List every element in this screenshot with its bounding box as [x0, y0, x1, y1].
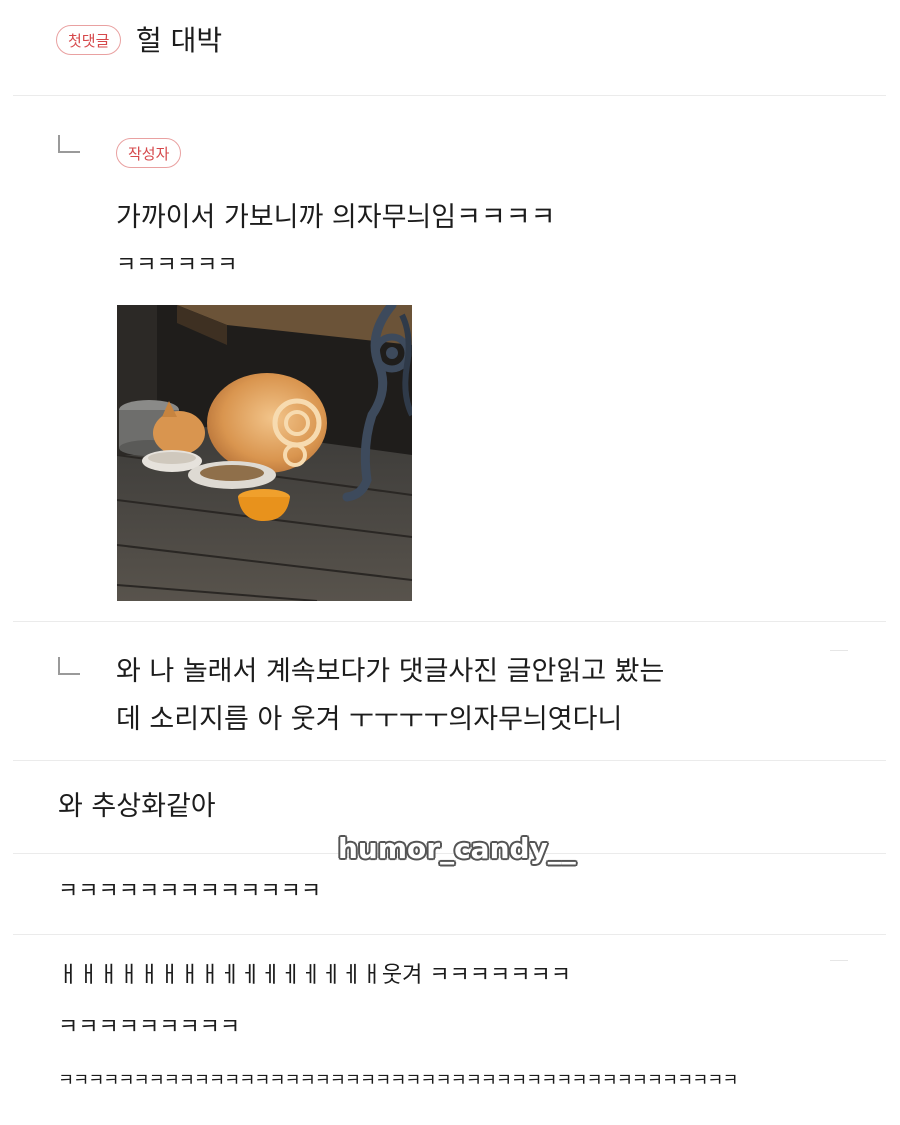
watermark: humor_candy__	[338, 832, 576, 865]
cat-photo-image	[117, 305, 412, 601]
author-badge: 작성자	[116, 138, 182, 168]
comment-text-line-2: ㅋㅋㅋㅋㅋㅋㅋㅋㅋ	[58, 1015, 241, 1040]
reply-arrow-icon	[58, 135, 80, 153]
comment-text: 와 추상화같아	[58, 791, 216, 822]
comment-text-line-1: 가까이서 가보니까 의자무늬임ㅋㅋㅋㅋ	[116, 202, 556, 233]
divider	[13, 621, 886, 622]
corner-mark	[830, 650, 848, 651]
corner-mark	[830, 960, 848, 961]
reply-arrow-icon	[58, 657, 80, 675]
comment-text-line-1: 와 나 놀래서 계속보다가 댓글사진 글안읽고 봤는	[116, 656, 665, 687]
comment-text-line-1: ㅐㅐㅐㅐㅐㅐㅐㅐㅔㅔㅔㅔㅔㅔㅔㅐ웃겨 ㅋㅋㅋㅋㅋㅋㅋ	[58, 963, 571, 988]
comment-text-line-3: ㅋㅋㅋㅋㅋㅋㅋㅋㅋㅋㅋㅋㅋㅋㅋㅋㅋㅋㅋㅋㅋㅋㅋㅋㅋㅋㅋㅋㅋㅋㅋㅋㅋㅋㅋㅋㅋㅋㅋㅋ…	[58, 1071, 738, 1091]
cat-photo[interactable]	[117, 305, 412, 601]
divider	[13, 95, 886, 96]
divider	[13, 934, 886, 935]
comment-text: 헐 대박	[136, 24, 223, 57]
divider	[13, 760, 886, 761]
comment-text-line-2: ㅋㅋㅋㅋㅋㅋ	[116, 253, 238, 278]
comment-text-line-2: 데 소리지름 아 웃겨 ㅜㅜㅜㅜ의자무늬엿다니	[116, 704, 623, 735]
comment-text: ㅋㅋㅋㅋㅋㅋㅋㅋㅋㅋㅋㅋㅋ	[58, 879, 322, 904]
first-comment-badge: 첫댓글	[56, 25, 122, 55]
